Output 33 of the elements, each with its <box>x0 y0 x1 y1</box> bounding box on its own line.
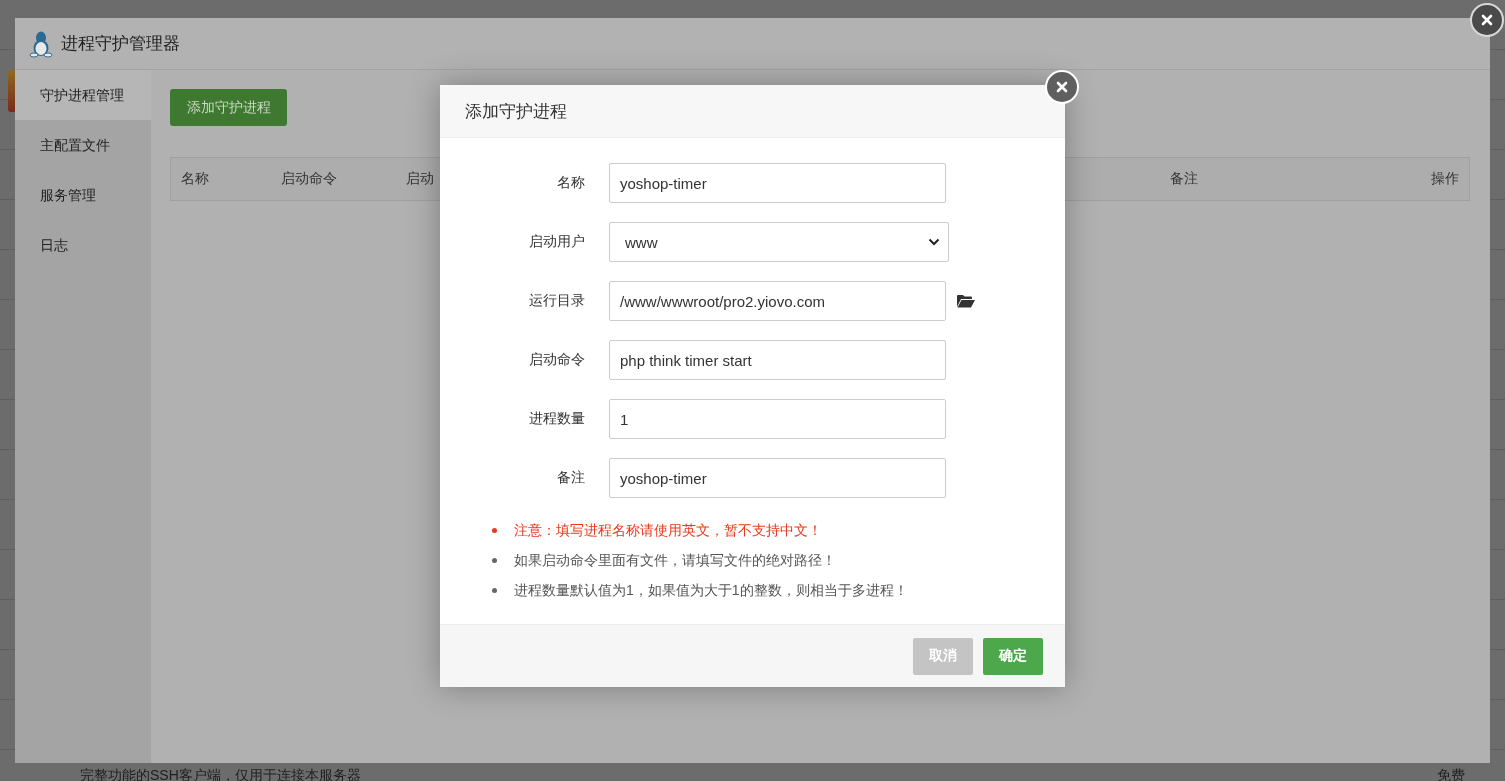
input-field[interactable]: 1 <box>609 399 946 439</box>
window-title: 进程守护管理器 <box>61 33 180 55</box>
sidebar-item[interactable]: 服务管理 <box>15 170 151 220</box>
select-field[interactable]: www <box>609 222 949 262</box>
note-text: 进程数量默认值为1，如果值为大于1的整数，则相当于多进程！ <box>514 581 908 600</box>
add-process-button[interactable]: 添加守护进程 <box>170 89 287 126</box>
dialog-title: 添加守护进程 <box>465 100 567 123</box>
column-header: 启动命令 <box>281 170 337 188</box>
bullet-icon <box>492 587 497 593</box>
input-field[interactable]: yoshop-timer <box>609 458 946 498</box>
field-label: 运行目录 <box>528 292 585 310</box>
column-header: 名称 <box>181 170 209 188</box>
input-field[interactable]: php think timer start <box>609 340 946 380</box>
column-header: 备注 <box>1170 170 1198 188</box>
field-label: 启动命令 <box>528 351 585 369</box>
note-text: 如果启动命令里面有文件，请填写文件的绝对路径！ <box>514 551 836 570</box>
bullet-icon <box>492 527 497 533</box>
sidebar-item[interactable]: 日志 <box>15 220 151 270</box>
field-label: 启动用户 <box>528 233 585 251</box>
caret-icon <box>928 238 940 246</box>
sidebar-item[interactable]: 主配置文件 <box>15 120 151 170</box>
folder-icon[interactable] <box>957 294 975 308</box>
column-header: 启动 <box>406 170 434 188</box>
column-header: 操作 <box>1431 170 1459 188</box>
sidebar-item[interactable]: 守护进程管理 <box>15 70 151 120</box>
bullet-icon <box>492 557 497 563</box>
page-text: 免费 <box>1437 766 1465 781</box>
note-text: 注意：填写进程名称请使用英文，暂不支持中文！ <box>514 521 822 540</box>
input-field[interactable]: /www/wwwroot/pro2.yiovo.com <box>609 281 946 321</box>
field-label: 进程数量 <box>528 410 585 428</box>
field-label: 名称 <box>556 174 585 192</box>
field-label: 备注 <box>556 469 585 487</box>
input-field[interactable]: yoshop-timer <box>609 163 946 203</box>
